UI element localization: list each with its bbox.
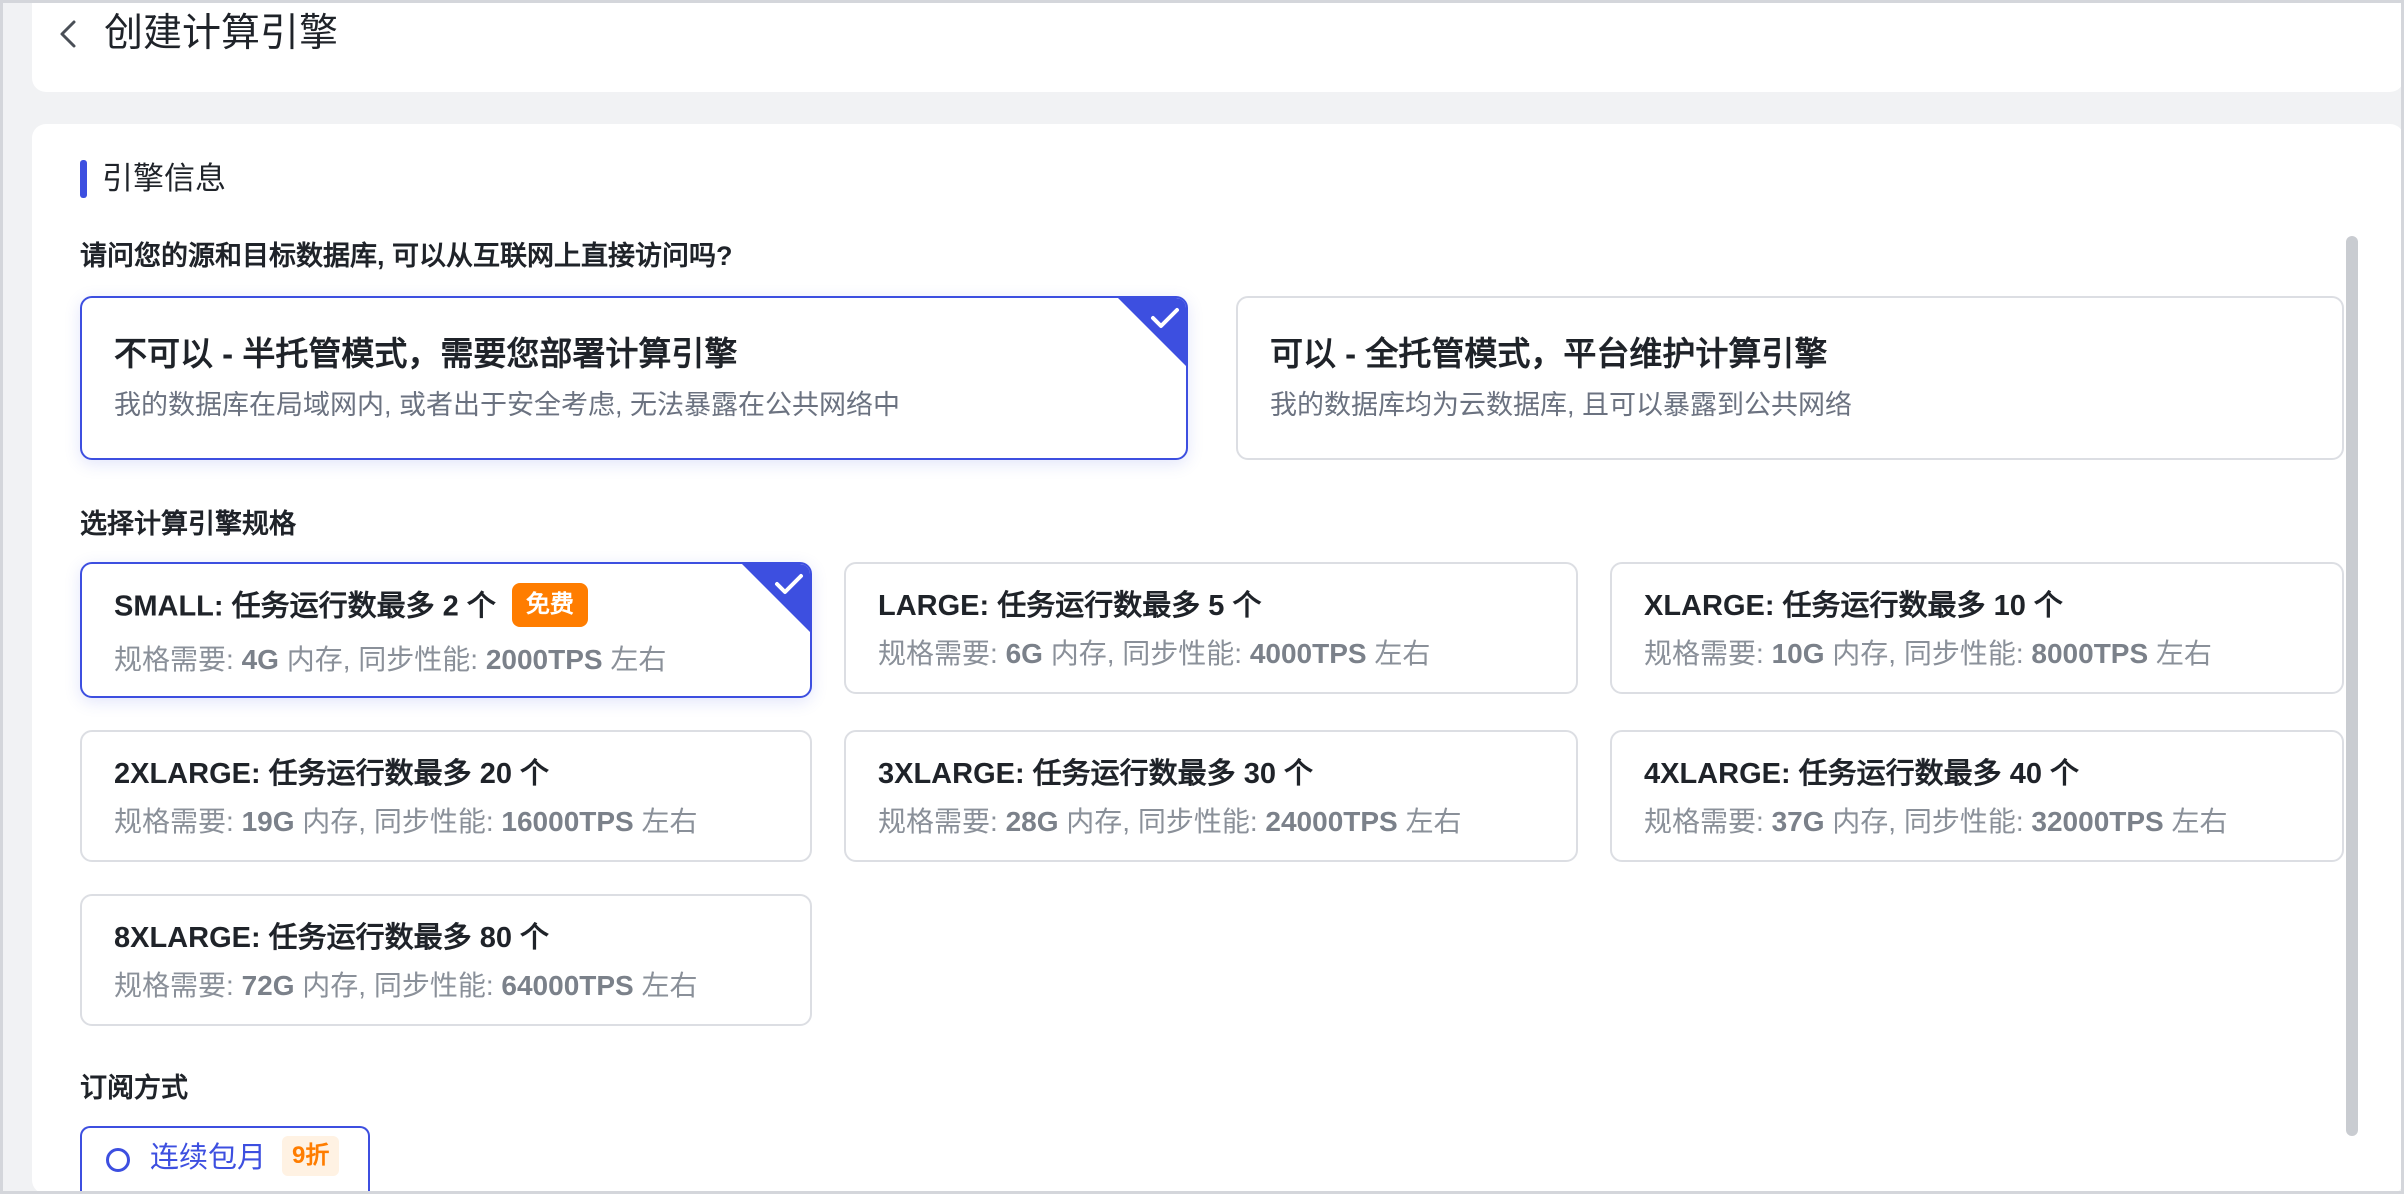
section-title: 引擎信息 [102,161,226,196]
section-accent-bar [80,160,87,198]
header-bar [32,0,2404,92]
spec-title: XLARGE: 任务运行数最多 10 个 [1644,590,2063,622]
mode-description: 我的数据库在局域网内, 或者出于安全考虑, 无法暴露在公共网络中 [114,390,901,420]
discount-badge: 9折 [282,1136,340,1176]
mode-title: 可以 - 全托管模式，平台维护计算引擎 [1270,335,1828,372]
spec-description: 规格需要: 72G 内存, 同步性能: 64000TPS 左右 [114,970,698,1001]
mode-title: 不可以 - 半托管模式，需要您部署计算引擎 [114,335,738,372]
subscription-label: 订阅方式 [80,1073,188,1103]
spec-title: 4XLARGE: 任务运行数最多 40 个 [1644,758,2080,790]
back-arrow-icon[interactable] [48,14,88,54]
checkmark-icon [775,574,803,594]
spec-option-8xlarge[interactable]: 8XLARGE: 任务运行数最多 80 个 规格需要: 72G 内存, 同步性能… [80,894,812,1026]
spec-option-xlarge[interactable]: XLARGE: 任务运行数最多 10 个 规格需要: 10G 内存, 同步性能:… [1610,562,2344,694]
spec-description: 规格需要: 37G 内存, 同步性能: 32000TPS 左右 [1644,806,2228,837]
spec-option-3xlarge[interactable]: 3XLARGE: 任务运行数最多 30 个 规格需要: 28G 内存, 同步性能… [844,730,1578,862]
spec-option-4xlarge[interactable]: 4XLARGE: 任务运行数最多 40 个 规格需要: 37G 内存, 同步性能… [1610,730,2344,862]
free-badge: 免费 [511,583,588,627]
radio-icon [106,1148,130,1172]
checkmark-icon [1151,308,1179,328]
mode-option-fully-managed[interactable]: 可以 - 全托管模式，平台维护计算引擎 我的数据库均为云数据库, 且可以暴露到公… [1236,296,2344,460]
subscription-option-monthly[interactable]: 连续包月 9折 [80,1126,370,1194]
access-question-label: 请问您的源和目标数据库, 可以从互联网上直接访问吗? [80,241,733,271]
spec-title: 3XLARGE: 任务运行数最多 30 个 [878,758,1314,790]
page-title: 创建计算引擎 [104,12,339,55]
spec-title: 8XLARGE: 任务运行数最多 80 个 [114,922,550,954]
spec-description: 规格需要: 6G 内存, 同步性能: 4000TPS 左右 [878,638,1431,669]
spec-label: 选择计算引擎规格 [80,509,296,539]
spec-title: SMALL: 任务运行数最多 2 个免费 [114,583,588,630]
mode-option-semi-managed[interactable]: 不可以 - 半托管模式，需要您部署计算引擎 我的数据库在局域网内, 或者出于安全… [80,296,1188,460]
spec-title: 2XLARGE: 任务运行数最多 20 个 [114,758,550,790]
spec-title: LARGE: 任务运行数最多 5 个 [878,590,1262,622]
spec-description: 规格需要: 4G 内存, 同步性能: 2000TPS 左右 [114,644,667,675]
spec-description: 规格需要: 19G 内存, 同步性能: 16000TPS 左右 [114,806,698,837]
scrollbar[interactable] [2346,236,2358,1136]
subscription-option-label: 连续包月 [150,1142,267,1174]
mode-description: 我的数据库均为云数据库, 且可以暴露到公共网络 [1270,390,1853,420]
spec-option-large[interactable]: LARGE: 任务运行数最多 5 个 规格需要: 6G 内存, 同步性能: 40… [844,562,1578,694]
spec-description: 规格需要: 28G 内存, 同步性能: 24000TPS 左右 [878,806,1462,837]
spec-option-small[interactable]: SMALL: 任务运行数最多 2 个免费 规格需要: 4G 内存, 同步性能: … [80,562,812,698]
spec-description: 规格需要: 10G 内存, 同步性能: 8000TPS 左右 [1644,638,2212,669]
spec-option-2xlarge[interactable]: 2XLARGE: 任务运行数最多 20 个 规格需要: 19G 内存, 同步性能… [80,730,812,862]
